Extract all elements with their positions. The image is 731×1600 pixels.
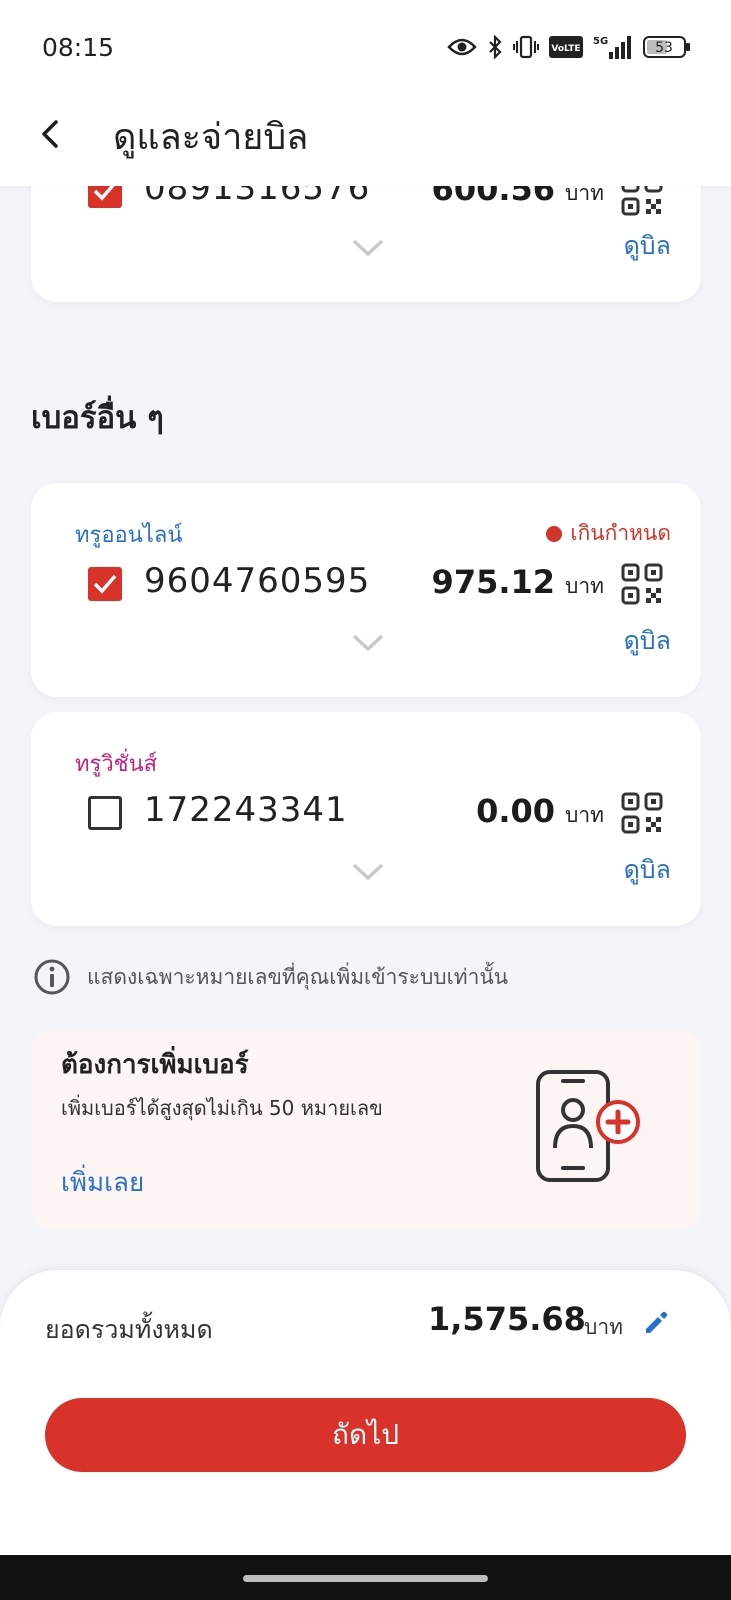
battery-icon: 53: [643, 36, 690, 58]
bill-amount: 975.12 บาท: [432, 563, 604, 603]
network-text: 5G: [593, 36, 608, 47]
add-number-link[interactable]: เพิ่มเลย: [61, 1162, 144, 1203]
info-icon: [34, 959, 70, 995]
add-number-subtitle: เพิ่มเบอร์ได้สูงสุดไม่เกิน 50 หมายเลข: [61, 1096, 383, 1120]
overdue-text: เกินกำหนด: [570, 521, 671, 545]
add-phone-user-icon: [536, 1070, 640, 1182]
chevron-down-icon[interactable]: [351, 633, 385, 653]
battery-level: 53: [655, 40, 673, 56]
bluetooth-icon: [489, 35, 502, 59]
status-time: 08:15: [42, 33, 115, 62]
bill-card-true-online: ทรูออนไลน์ เกินกำหนด 9604760595 975.12 บ…: [31, 483, 701, 697]
overdue-badge: เกินกำหนด: [546, 517, 671, 550]
view-bill-link[interactable]: ดูบิล: [624, 850, 671, 890]
currency-unit: บาท: [565, 803, 604, 827]
home-indicator[interactable]: [243, 1575, 488, 1582]
qr-code-icon[interactable]: [621, 792, 663, 834]
bill-card-true-visions: ทรูวิชั่นส์ 172243341 0.00 บาท ดูบิล: [31, 712, 701, 926]
provider-label: ทรูวิชั่นส์: [75, 752, 158, 777]
info-notice: แสดงเฉพาะหมายเลขที่คุณเพิ่มเข้าระบบเท่าน…: [33, 958, 508, 996]
add-number-title: ต้องการเพิ่มเบอร์: [61, 1050, 249, 1080]
chevron-down-icon[interactable]: [351, 862, 385, 882]
status-bar: 08:15 VoLTE 5G 53: [0, 0, 731, 90]
currency-unit: บาท: [565, 574, 604, 598]
signal-5g-icon: 5G: [593, 36, 631, 59]
phone-number: 172243341: [144, 790, 348, 830]
add-number-card: ต้องการเพิ่มเบอร์ เพิ่มเบอร์ได้สูงสุดไม่…: [31, 1030, 701, 1230]
total-unit: บาท: [584, 1315, 623, 1339]
summary-bottom-sheet: ยอดรวมทั้งหมด 1,575.68 บาท ถัดไป: [0, 1270, 731, 1555]
view-bill-link[interactable]: ดูบิล: [624, 226, 671, 266]
edit-pencil-icon[interactable]: [643, 1310, 669, 1336]
qr-code-icon[interactable]: [621, 563, 663, 605]
system-nav-bar: [0, 1555, 731, 1600]
provider-label: ทรูออนไลน์: [75, 523, 183, 548]
amount-value: 975.12: [431, 563, 556, 601]
app-header: ดูและจ่ายบิล: [0, 90, 731, 186]
page-title: ดูและจ่ายบิล: [113, 117, 309, 158]
next-button[interactable]: ถัดไป: [45, 1398, 686, 1472]
status-dot-icon: [546, 525, 563, 542]
info-text: แสดงเฉพาะหมายเลขที่คุณเพิ่มเข้าระบบเท่าน…: [87, 964, 509, 989]
bill-checkbox[interactable]: [88, 796, 122, 830]
section-title-other-numbers: เบอร์อื่น ๆ: [31, 400, 164, 436]
check-icon: [93, 574, 117, 594]
bill-checkbox[interactable]: [88, 567, 122, 601]
total-label: ยอดรวมทั้งหมด: [45, 1315, 213, 1344]
amount-value: 0.00: [476, 792, 556, 830]
status-icons: VoLTE 5G 53: [447, 34, 691, 60]
volte-text: VoLTE: [551, 44, 580, 54]
back-button[interactable]: [30, 112, 74, 156]
eye-icon: [447, 38, 477, 56]
total-amount: 1,575.68: [428, 1300, 586, 1338]
volte-icon: VoLTE: [549, 36, 583, 58]
view-bill-link[interactable]: ดูบิล: [624, 621, 671, 661]
chevron-down-icon[interactable]: [351, 238, 385, 258]
back-arrow-icon: [42, 120, 58, 148]
bill-amount: 0.00 บาท: [476, 792, 604, 832]
vibrate-icon: [513, 35, 539, 59]
phone-number: 9604760595: [144, 561, 371, 601]
